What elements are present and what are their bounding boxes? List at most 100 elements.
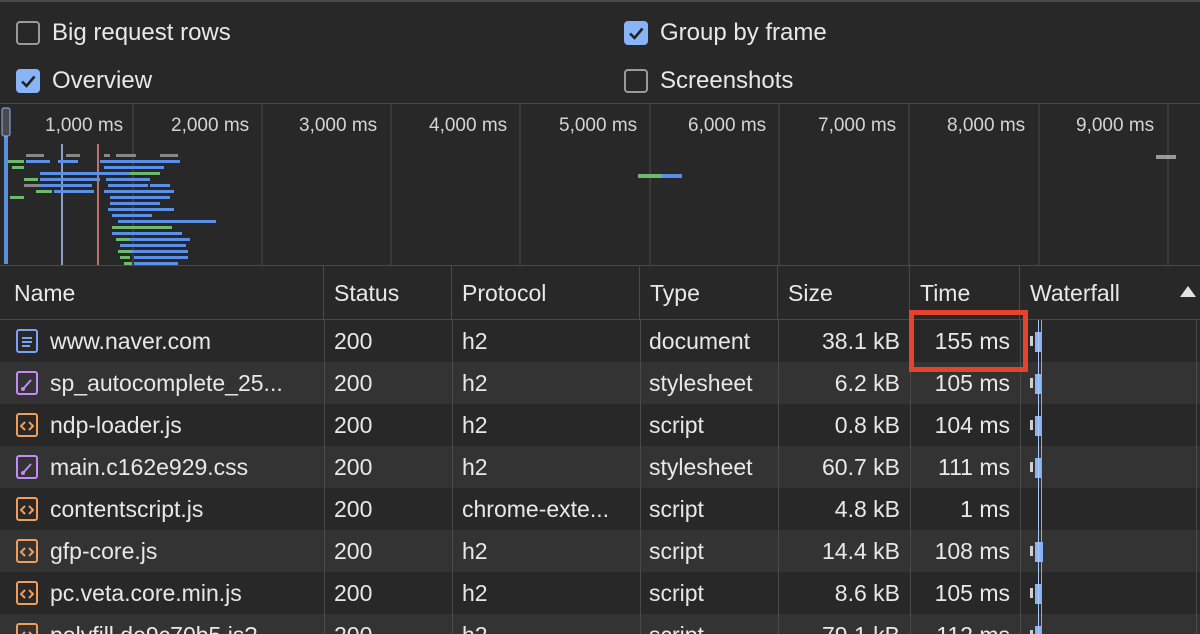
screenshots-checkbox[interactable] — [624, 69, 648, 93]
overview-tick-label: 4,000 ms — [429, 115, 508, 136]
column-divider — [640, 320, 641, 634]
request-type: script — [649, 412, 704, 438]
overview-tick-label: 8,000 ms — [947, 115, 1026, 136]
column-header-label: Waterfall — [1030, 280, 1120, 306]
request-status: 200 — [334, 412, 373, 438]
overview-tick-label: 6,000 ms — [688, 115, 767, 136]
screenshots-option[interactable]: Screenshots — [624, 67, 793, 95]
request-protocol: chrome-exte... — [462, 496, 609, 522]
overview-option[interactable]: Overview — [16, 67, 152, 95]
request-size: 14.4 kB — [822, 538, 900, 564]
load-event-marker — [1041, 320, 1042, 634]
request-name: gfp-core.js — [50, 538, 158, 564]
request-name: sp_autocomplete_25... — [50, 370, 283, 396]
request-type: script — [649, 580, 704, 606]
waterfall-queue-segment — [1030, 588, 1033, 598]
checkmark-icon — [629, 27, 644, 40]
column-header-waterfall[interactable]: Waterfall — [1020, 266, 1200, 320]
overview-checkbox[interactable] — [16, 69, 40, 93]
request-protocol: h2 — [462, 614, 488, 634]
overview-tick-label: 3,000 ms — [299, 115, 378, 136]
column-header-type[interactable]: Type — [640, 266, 778, 320]
script-icon — [16, 497, 38, 521]
request-name: ndp-loader.js — [50, 412, 182, 438]
waterfall-queue-segment — [1030, 378, 1033, 388]
request-time: 1 ms — [960, 496, 1010, 522]
request-name: pc.veta.core.min.js — [50, 580, 242, 606]
column-header-name[interactable]: Name — [4, 266, 324, 320]
sort-ascending-icon — [1180, 286, 1196, 297]
column-header-label: Size — [788, 280, 833, 306]
overview-label: Overview — [52, 67, 153, 94]
request-name: polyfill.de9c70b5.js? — [50, 614, 320, 634]
request-name: contentscript.js — [50, 496, 204, 522]
request-protocol: h2 — [462, 580, 488, 606]
screenshots-label: Screenshots — [660, 67, 794, 94]
request-type: script — [649, 538, 704, 564]
column-header-label: Name — [14, 280, 76, 306]
request-name: main.c162e929.css — [50, 454, 249, 480]
document-icon — [16, 329, 38, 353]
request-size: 6.2 kB — [834, 370, 900, 396]
request-time: 112 ms — [910, 614, 1010, 634]
request-name: www.naver.com — [50, 328, 212, 354]
stylesheet-icon — [16, 455, 38, 479]
request-status: 200 — [334, 454, 373, 480]
request-type: stylesheet — [649, 370, 753, 396]
column-divider — [452, 320, 453, 634]
column-header-protocol[interactable]: Protocol — [452, 266, 640, 320]
request-size: 0.8 kB — [834, 412, 900, 438]
overview-tick-label: 1,000 ms — [45, 115, 124, 136]
waterfall-queue-segment — [1030, 630, 1033, 634]
request-status: 200 — [334, 614, 372, 634]
request-status: 200 — [334, 580, 373, 606]
script-icon — [16, 581, 38, 605]
big-request-rows-label: Big request rows — [52, 19, 231, 46]
column-header-label: Type — [650, 280, 700, 306]
request-protocol: h2 — [462, 412, 488, 438]
request-protocol: h2 — [462, 454, 488, 480]
request-size: 79.1 kB — [778, 614, 900, 634]
overview-tick-label: 7,000 ms — [818, 115, 897, 136]
overview-tick-label: 2,000 ms — [171, 115, 250, 136]
group-by-frame-option[interactable]: Group by frame — [624, 19, 827, 47]
request-protocol: h2 — [462, 370, 488, 396]
waterfall-queue-segment — [1030, 546, 1033, 556]
request-status: 200 — [334, 328, 373, 354]
column-divider — [778, 320, 779, 634]
request-time: 105 ms — [934, 580, 1010, 606]
column-header-status[interactable]: Status — [324, 266, 452, 320]
request-status: 200 — [334, 370, 373, 396]
waterfall-queue-segment — [1030, 336, 1033, 346]
big-request-rows-checkbox[interactable] — [16, 21, 40, 45]
request-size: 38.1 kB — [822, 328, 900, 354]
column-header-label: Status — [334, 280, 400, 306]
overview-tick-label: 9,000 ms — [1076, 115, 1155, 136]
request-size: 4.8 kB — [834, 496, 900, 522]
request-time: 108 ms — [934, 538, 1010, 564]
stylesheet-icon — [16, 371, 38, 395]
request-time: 104 ms — [934, 412, 1010, 438]
waterfall-queue-segment — [1030, 462, 1033, 472]
script-icon — [16, 623, 38, 634]
overview-tick-label: 5,000 ms — [559, 115, 638, 136]
request-type: stylesheet — [649, 454, 753, 480]
request-type: script — [649, 614, 704, 634]
request-status: 200 — [334, 538, 373, 564]
checkmark-icon — [21, 75, 36, 88]
scrollbar-track[interactable] — [1196, 320, 1197, 634]
script-icon — [16, 413, 38, 437]
request-type: document — [649, 328, 751, 354]
column-header-label: Time — [920, 280, 971, 306]
request-time: 111 ms — [937, 454, 1010, 480]
request-size: 60.7 kB — [822, 454, 900, 480]
big-request-rows-option[interactable]: Big request rows — [16, 19, 231, 47]
group-by-frame-checkbox[interactable] — [624, 21, 648, 45]
request-protocol: h2 — [462, 328, 488, 354]
time-cell-highlight — [909, 310, 1028, 372]
network-overview[interactable]: 1,000 ms 2,000 ms 3,000 ms 4,000 ms 5,00… — [0, 104, 1200, 266]
settings-panel: Big request rows Group by frame Overview… — [0, 0, 1200, 104]
column-header-size[interactable]: Size — [778, 266, 910, 320]
request-protocol: h2 — [462, 538, 488, 564]
script-icon — [16, 539, 38, 563]
